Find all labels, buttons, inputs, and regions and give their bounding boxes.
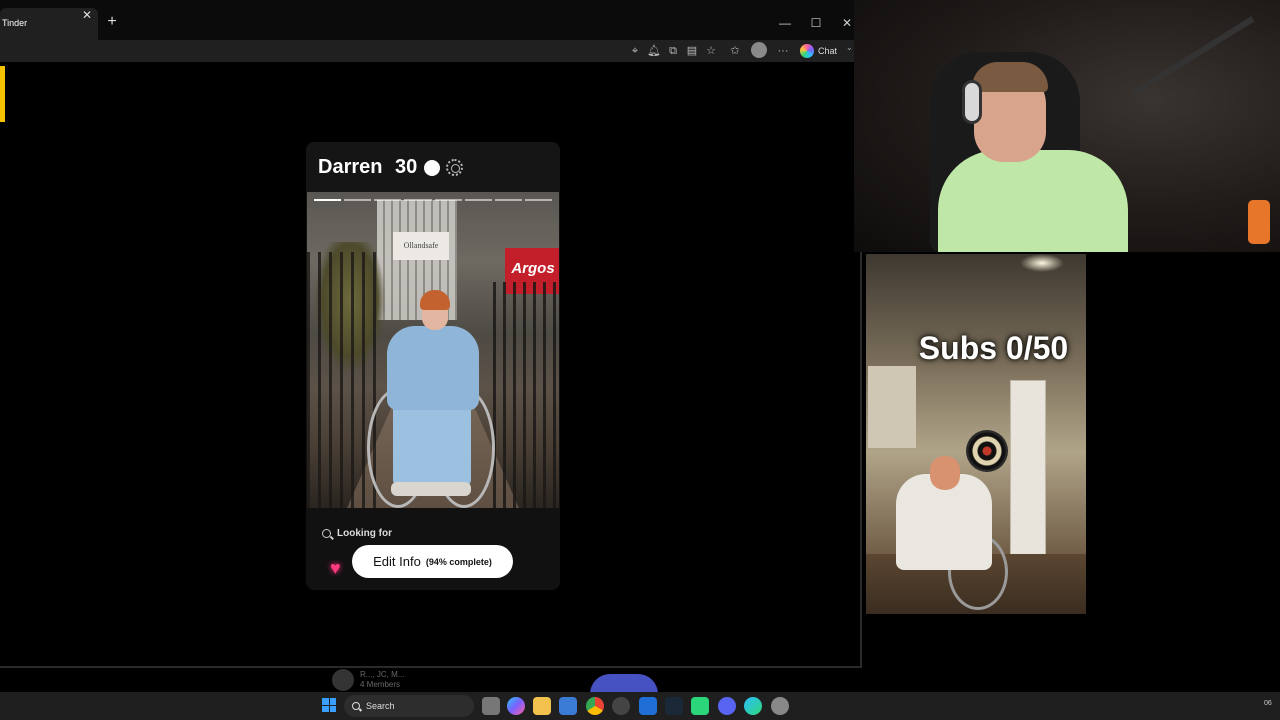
edge-icon[interactable] — [744, 697, 762, 715]
photo-person-hair — [420, 290, 450, 310]
edit-info-label: Edit Info — [373, 554, 421, 569]
chat-label: Chat — [818, 46, 838, 56]
room-camera-feed — [866, 254, 1086, 614]
windows-start-icon[interactable] — [322, 698, 336, 712]
discord-taskbar-icon[interactable] — [718, 697, 736, 715]
photo-store-name: Argos — [511, 260, 555, 277]
spotify-like-icon[interactable] — [691, 697, 709, 715]
ceiling-light — [1020, 254, 1064, 272]
reader-icon[interactable]: ▤ — [684, 43, 700, 59]
photo-railing-right — [493, 282, 559, 508]
profile-age: 30 — [395, 156, 418, 178]
browser-window: Tinder ✕ + — ☐ ✕ ⌖ 🔔︎ ⧉ ▤ ☆ ✩ ··· Chat ⌄… — [0, 0, 862, 668]
search-icon — [352, 702, 360, 710]
photo-person-shoes — [391, 482, 471, 496]
kitchen-cupboard — [868, 366, 916, 448]
app-icon[interactable] — [639, 697, 657, 715]
voice-member-count: 4 Members — [360, 680, 401, 689]
room-person-head — [930, 456, 960, 490]
edit-info-button[interactable]: Edit Info (94% complete) — [352, 545, 513, 578]
plus-icon[interactable]: + — [104, 14, 120, 30]
store-icon[interactable] — [559, 697, 577, 715]
photo-progress-segment — [434, 199, 462, 201]
location-icon[interactable]: ⌖ — [627, 43, 643, 59]
webcam-mic-arm — [1132, 16, 1255, 96]
settings-icon[interactable] — [771, 697, 789, 715]
profile-name: Darren — [318, 156, 383, 178]
photo-progress-segment — [464, 199, 492, 201]
favorite-icon[interactable]: ☆ — [703, 43, 719, 59]
chevron-down-icon[interactable]: ⌄ — [846, 43, 853, 52]
tray-clock: 06 — [1264, 700, 1272, 707]
discord-icon — [590, 674, 658, 694]
chat-button[interactable]: Chat — [800, 42, 837, 60]
photo-person-body — [387, 326, 479, 410]
search-icon — [322, 529, 331, 538]
photo-person-legs — [393, 402, 471, 486]
photo-railing-left — [307, 252, 377, 508]
taskview-icon[interactable] — [482, 697, 500, 715]
avatar — [332, 669, 354, 691]
file-explorer-icon[interactable] — [533, 697, 551, 715]
looking-for-row[interactable]: Looking for — [322, 528, 392, 539]
copilot-icon — [800, 44, 814, 58]
profile-avatar[interactable] — [751, 42, 767, 58]
tab-title: Tinder — [2, 18, 28, 28]
collections-icon[interactable]: ✩ — [727, 43, 743, 59]
photo-progress-bar — [314, 199, 552, 201]
taskbar-search[interactable]: Search — [344, 695, 474, 717]
more-icon[interactable]: ··· — [775, 43, 791, 59]
webcam-headphones — [962, 80, 982, 124]
edit-info-progress: (94% complete) — [425, 556, 492, 567]
subs-counter: Subs 0/50 — [918, 330, 1069, 366]
voice-channel-overlay: R..., JC, M... 4 Members — [332, 669, 404, 691]
bell-icon[interactable]: 🔔︎ — [646, 43, 662, 59]
dartboard — [966, 430, 1008, 472]
photo-progress-segment — [314, 199, 342, 201]
extensions-icon[interactable]: ⧉ — [665, 43, 681, 59]
webcam-person-shirt — [938, 150, 1128, 252]
profile-photo[interactable]: Ollandsafe Argos — [307, 192, 559, 508]
tab-bar — [0, 0, 860, 40]
photo-progress-segment — [494, 199, 522, 201]
photo-progress-segment — [344, 199, 372, 201]
online-indicator — [424, 160, 440, 176]
profile-card[interactable]: Darren 30 Ollandsafe Argos Looking for ♥… — [306, 142, 560, 590]
photo-progress-segment — [374, 199, 402, 201]
webcam-drink-can — [1248, 200, 1270, 244]
looking-for-label: Looking for — [337, 528, 392, 539]
voice-member-names: R..., JC, M... — [360, 670, 405, 679]
steam-icon[interactable] — [665, 697, 683, 715]
photo-progress-segment — [404, 199, 432, 201]
heart-arrow-icon: ♥ — [330, 558, 341, 578]
taskbar-search-label: Search — [366, 701, 395, 711]
copilot-taskbar-icon[interactable] — [507, 697, 525, 715]
chrome-icon[interactable] — [586, 697, 604, 715]
verified-icon[interactable] — [446, 159, 463, 176]
webcam-feed — [854, 0, 1280, 252]
sidebar-accent — [0, 66, 5, 122]
obs-icon[interactable] — [612, 697, 630, 715]
photo-progress-segment — [524, 199, 552, 201]
photo-shop-sign: Ollandsafe — [393, 232, 449, 260]
minimize-icon[interactable]: — — [776, 14, 794, 32]
maximize-icon[interactable]: ☐ — [807, 14, 825, 32]
close-icon[interactable]: ✕ — [80, 8, 94, 22]
webcam-person-hair — [972, 62, 1048, 92]
